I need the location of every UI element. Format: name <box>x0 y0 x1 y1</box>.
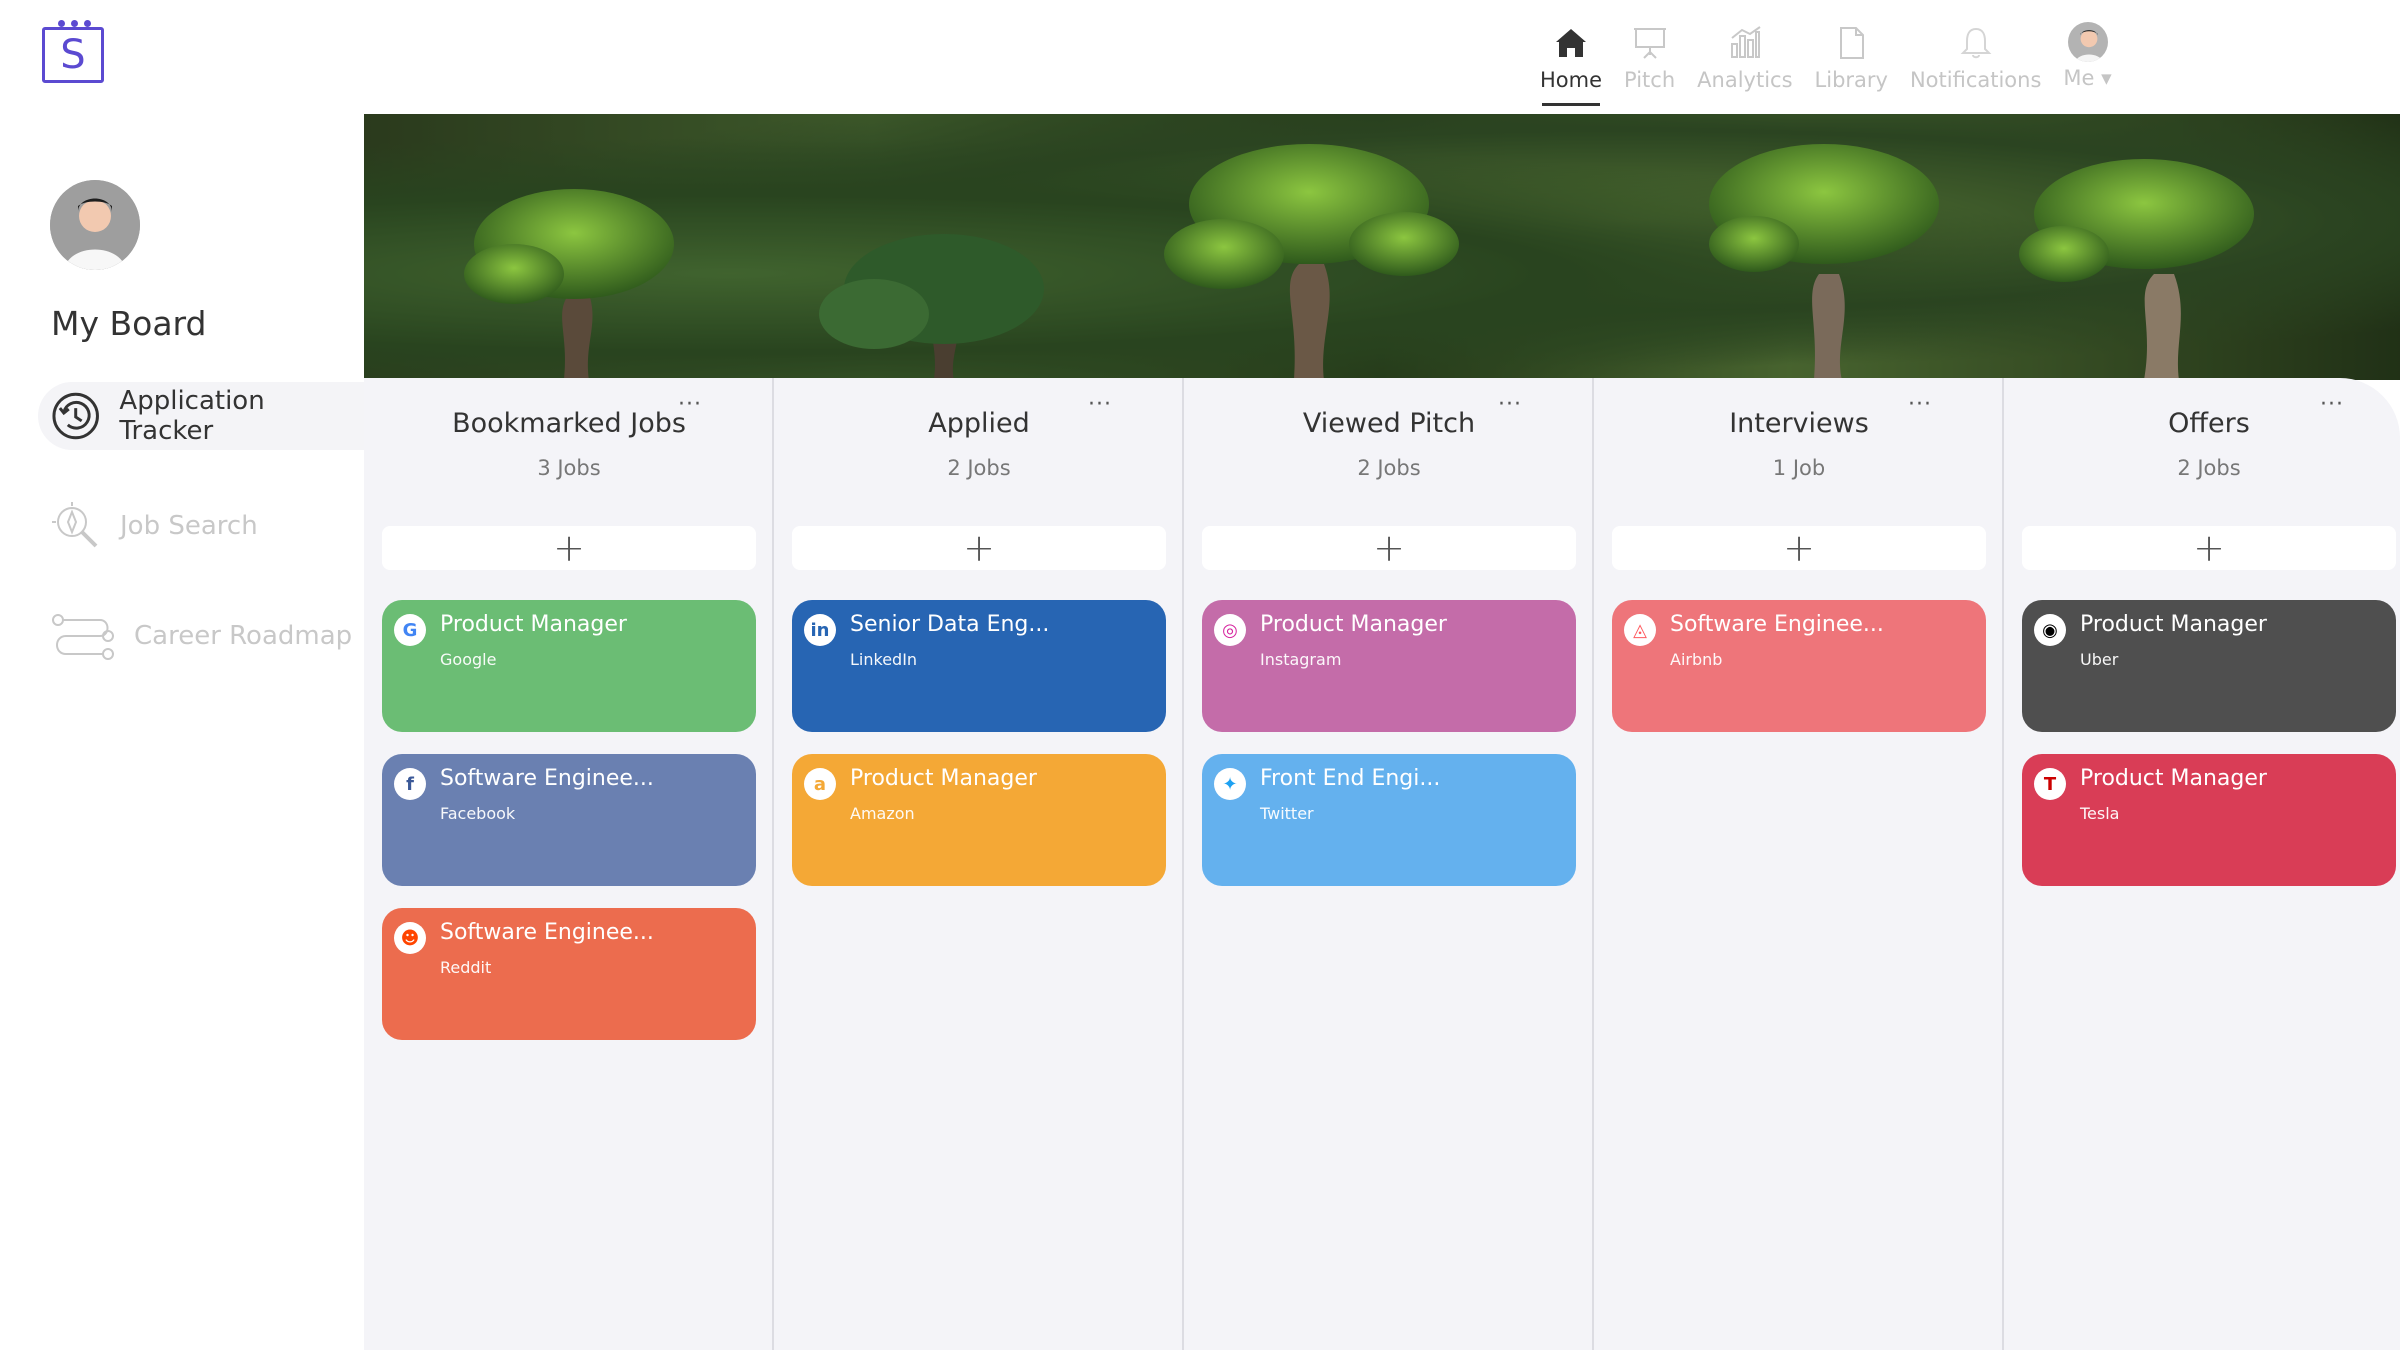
job-title: Front End Engi... <box>1260 766 1441 791</box>
sidebar-item-application-tracker[interactable]: Application Tracker <box>38 382 364 450</box>
board-title: My Board <box>51 304 207 343</box>
sidebar: My Board Application Tracker Job Search … <box>0 114 364 1350</box>
user-avatar[interactable] <box>50 180 140 270</box>
tesla-icon: T <box>2034 768 2066 800</box>
sidebar-item-label: Application Tracker <box>119 386 265 446</box>
column-job-count: 3 Jobs <box>537 456 601 480</box>
nav-library[interactable]: Library <box>1815 22 1888 92</box>
presentation-icon <box>1633 28 1666 59</box>
job-title: Product Manager <box>2080 612 2267 637</box>
nav-analytics[interactable]: Analytics <box>1697 22 1793 92</box>
sidebar-item-job-search[interactable]: Job Search <box>38 492 364 560</box>
column-job-count: 1 Job <box>1772 456 1826 480</box>
user-avatar-small <box>2067 22 2108 62</box>
logo-letter: S <box>60 32 86 78</box>
company-name: Twitter <box>1260 804 1314 823</box>
job-title: Product Manager <box>850 766 1037 791</box>
nav-pitch[interactable]: Pitch <box>1624 22 1675 92</box>
nav-library-label: Library <box>1814 68 1888 92</box>
airbnb-icon: ◬ <box>1624 614 1656 646</box>
nav-me[interactable]: Me ▾ <box>2063 22 2112 92</box>
nav-me-label: Me ▾ <box>2063 66 2112 90</box>
nav-home-label: Home <box>1540 68 1603 92</box>
nav-notifications-label: Notifications <box>1909 68 2042 92</box>
column-title: Bookmarked Jobs <box>452 408 686 439</box>
company-name: LinkedIn <box>850 650 918 669</box>
top-navigation: Home Pitch Analytics Library Notificatio… <box>1540 22 2134 106</box>
amazon-icon: a <box>804 768 836 800</box>
avatar-icon <box>2074 30 2103 62</box>
job-card[interactable]: in Senior Data Eng... LinkedIn <box>792 600 1166 732</box>
job-card[interactable]: ☻ Software Enginee... Reddit <box>382 908 756 1040</box>
job-card[interactable]: f Software Enginee... Facebook <box>382 754 756 886</box>
add-job-button[interactable]: + <box>2022 526 2396 570</box>
column-title: Viewed Pitch <box>1302 408 1476 439</box>
google-icon: G <box>394 614 426 646</box>
column-interviews: ··· Interviews 1 Job + ◬ Software Enginee... A… <box>1594 378 2004 1350</box>
company-name: Uber <box>2080 650 2119 669</box>
nav-notifications[interactable]: Notifications <box>1910 22 2041 92</box>
column-bookmarked-jobs: ··· Bookmarked Jobs 3 Jobs + G Product Manage… <box>364 378 774 1350</box>
app-logo[interactable]: S <box>42 27 104 83</box>
bonsai-banner-illustration <box>364 114 2400 380</box>
column-title: Applied <box>928 408 1030 439</box>
job-card[interactable]: a Product Manager Amazon <box>792 754 1166 886</box>
column-job-count: 2 Jobs <box>1357 456 1421 480</box>
job-card[interactable]: ◎ Product Manager Instagram <box>1202 600 1576 732</box>
job-card[interactable]: ◉ Product Manager Uber <box>2022 600 2396 732</box>
sidebar-item-label: Career Roadmap <box>134 621 353 651</box>
job-card[interactable]: ◬ Software Enginee... Airbnb <box>1612 600 1986 732</box>
instagram-icon: ◎ <box>1214 614 1246 646</box>
job-card[interactable]: G Product Manager Google <box>382 600 756 732</box>
search-compass-icon <box>52 502 98 548</box>
linkedin-icon: in <box>804 614 836 646</box>
company-name: Instagram <box>1260 650 1342 669</box>
nav-analytics-label: Analytics <box>1697 68 1793 92</box>
job-title: Software Enginee... <box>440 920 654 945</box>
job-card[interactable]: T Product Manager Tesla <box>2022 754 2396 886</box>
company-name: Amazon <box>850 804 915 823</box>
roadmap-icon <box>52 614 114 660</box>
job-title: Product Manager <box>1260 612 1447 637</box>
add-job-button[interactable]: + <box>382 526 756 570</box>
job-title: Product Manager <box>2080 766 2267 791</box>
column-applied: ··· Applied 2 Jobs + in Senior Data Eng... Lin… <box>774 378 1184 1350</box>
analytics-icon <box>1730 26 1761 58</box>
column-viewed-pitch: ··· Viewed Pitch 2 Jobs + ◎ Product Manager In… <box>1184 378 1594 1350</box>
twitter-icon: ✦ <box>1214 768 1246 800</box>
logo-dots <box>58 20 91 27</box>
nav-home[interactable]: Home <box>1540 22 1603 106</box>
company-name: Tesla <box>2080 804 2120 823</box>
job-title: Software Enginee... <box>440 766 654 791</box>
avatar-icon <box>50 180 140 270</box>
bell-icon <box>1960 27 1992 59</box>
uber-icon: ◉ <box>2034 614 2066 646</box>
banner-image <box>364 114 2400 380</box>
add-job-button[interactable]: + <box>1612 526 1986 570</box>
sidebar-item-career-roadmap[interactable]: Career Roadmap <box>38 602 364 670</box>
job-card[interactable]: ✦ Front End Engi... Twitter <box>1202 754 1576 886</box>
facebook-icon: f <box>394 768 426 800</box>
job-title: Product Manager <box>440 612 627 637</box>
column-job-count: 2 Jobs <box>947 456 1011 480</box>
job-title: Senior Data Eng... <box>850 612 1050 637</box>
company-name: Facebook <box>440 804 516 823</box>
add-job-button[interactable]: + <box>1202 526 1576 570</box>
reddit-icon: ☻ <box>394 922 426 954</box>
company-name: Google <box>440 650 497 669</box>
sidebar-item-label: Job Search <box>120 511 258 541</box>
column-title: Interviews <box>1729 408 1869 439</box>
job-title: Software Enginee... <box>1670 612 1884 637</box>
column-offers: ··· Offers 2 Jobs + ◉ Product Manager Uber T Pro… <box>2004 378 2400 1350</box>
home-icon <box>1556 29 1586 57</box>
column-title: Offers <box>2168 408 2250 439</box>
tracker-icon <box>52 392 99 440</box>
column-job-count: 2 Jobs <box>2177 456 2241 480</box>
add-job-button[interactable]: + <box>792 526 1166 570</box>
kanban-board: ··· Bookmarked Jobs 3 Jobs + G Product Manage… <box>364 378 2400 1350</box>
document-icon <box>1840 27 1865 59</box>
company-name: Airbnb <box>1670 650 1723 669</box>
company-name: Reddit <box>440 958 492 977</box>
nav-pitch-label: Pitch <box>1624 68 1676 92</box>
